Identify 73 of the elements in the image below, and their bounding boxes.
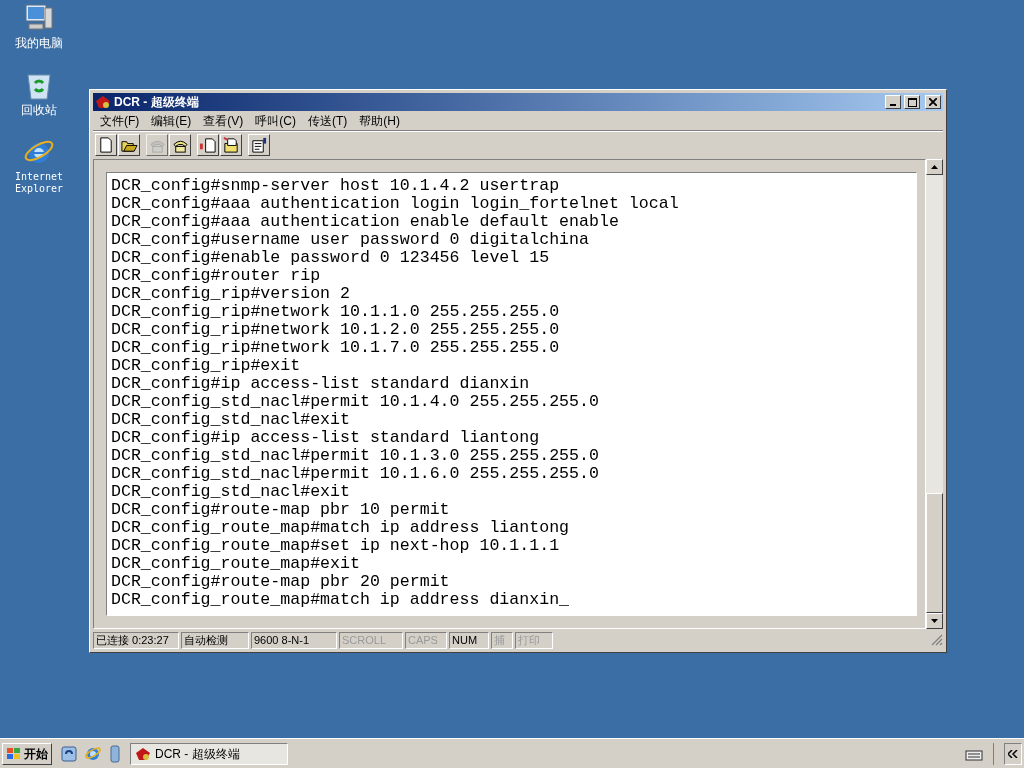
terminal-line: DCR_config#route-map pbr 20 permit xyxy=(111,573,450,591)
scroll-down-button[interactable] xyxy=(926,613,943,629)
document-icon xyxy=(250,135,268,154)
scroll-up-button[interactable] xyxy=(926,159,943,175)
app-icon xyxy=(95,95,111,109)
terminal-line: DCR_config_route_map#match ip address liantong xyxy=(111,519,570,537)
terminal-line: DCR_config_route_map#set ip next-hop 10.1.1.1 xyxy=(111,537,560,555)
terminal-line: DCR_config_route_map#match ip address dianxin_ xyxy=(111,591,570,609)
toolbar-button[interactable] xyxy=(95,133,117,156)
toolbar-button[interactable] xyxy=(197,133,219,156)
menu-item[interactable]: 文件(F) xyxy=(95,111,145,130)
terminal-line: DCR_config#route-map pbr 10 permit xyxy=(111,501,450,519)
taskbar-task[interactable]: DCR - 超级终端 xyxy=(130,742,288,765)
folder-icon xyxy=(222,135,240,154)
task-label: DCR - 超级终端 xyxy=(155,745,240,763)
toolbar-button[interactable] xyxy=(220,133,242,156)
up-arrow-icon xyxy=(931,165,938,169)
chevron-left-icon xyxy=(1008,749,1018,758)
terminal-line: DCR_config_rip#network 10.1.2.0 255.255.255.0 xyxy=(111,321,560,339)
terminal-line: DCR_config_std_nacl#exit xyxy=(111,411,350,429)
terminal-line: DCR_config#snmp-server host 10.1.4.2 usertrap xyxy=(111,177,560,195)
start-label: 开始 xyxy=(24,745,48,763)
terminal-line: DCR_config#router rip xyxy=(111,267,321,285)
terminal-line: DCR_config_rip#version 2 xyxy=(111,285,350,303)
page-icon xyxy=(97,135,115,154)
terminal-line: DCR_config_std_nacl#permit 10.1.6.0 255.255.255.0 xyxy=(111,465,599,483)
menu-item[interactable]: 编辑(E) xyxy=(146,111,197,130)
terminal-line: DCR_config_rip#exit xyxy=(111,357,301,375)
terminal-line: DCR_config_std_nacl#permit 10.1.4.0 255.255.255.0 xyxy=(111,393,599,411)
menu-item[interactable]: 传送(T) xyxy=(303,111,353,130)
icon-label[interactable]: Internet Explorer xyxy=(14,171,64,195)
menu-item[interactable]: 呼叫(C) xyxy=(250,111,301,130)
toolbar-button[interactable] xyxy=(248,133,270,156)
toolbar-button[interactable] xyxy=(118,133,140,156)
status-pane: SCROLL xyxy=(339,631,403,649)
terminal-line: DCR_config#aaa authentication login login_fortelnet local xyxy=(111,195,679,213)
status-pane: 9600 8-N-1 xyxy=(251,631,337,649)
app-icon xyxy=(135,746,151,761)
terminal-line: DCR_config#ip access-list standard liantong xyxy=(111,429,540,447)
page-icon xyxy=(199,135,217,154)
windows-logo-icon xyxy=(6,746,22,761)
toolbar-button[interactable] xyxy=(169,133,191,156)
terminal-line: DCR_config_route_map#exit xyxy=(111,555,360,573)
minimize-button[interactable] xyxy=(885,95,901,109)
browser-icon[interactable] xyxy=(84,744,102,763)
close-icon xyxy=(929,98,937,106)
status-pane: CAPS xyxy=(405,631,447,649)
status-pane: 自动检测 xyxy=(181,631,249,649)
scroll-thumb[interactable] xyxy=(926,493,943,613)
down-arrow-icon xyxy=(931,619,938,623)
terminal-line: DCR_config_rip#network 10.1.7.0 255.255.255.0 xyxy=(111,339,560,357)
close-button[interactable] xyxy=(925,95,941,109)
start-button[interactable]: 开始 xyxy=(2,742,52,765)
scrollbar[interactable] xyxy=(926,159,943,629)
terminal-line: DCR_config#ip access-list standard dianxin xyxy=(111,375,530,393)
status-pane: NUM xyxy=(449,631,489,649)
maximize-icon xyxy=(907,97,917,107)
resize-grip-icon[interactable] xyxy=(931,634,943,646)
maximize-button[interactable] xyxy=(904,95,920,109)
icon-label[interactable]: 回收站 xyxy=(21,104,57,116)
terminal-line: DCR_config#aaa authentication enable default enable xyxy=(111,213,619,231)
window-title: DCR - 超级终端 xyxy=(114,94,199,111)
menu-item[interactable]: 帮助(H) xyxy=(354,111,405,130)
desktop-icon[interactable] xyxy=(60,744,78,763)
terminal-line: DCR_config_std_nacl#exit xyxy=(111,483,350,501)
terminal-line: DCR_config#username user password 0 digitalchina xyxy=(111,231,589,249)
terminal-line: DCR_config#enable password 0 123456 level 15 xyxy=(111,249,550,267)
terminal-line: DCR_config_std_nacl#permit 10.1.3.0 255.255.255.0 xyxy=(111,447,599,465)
expand-tray-button[interactable] xyxy=(1004,742,1022,765)
status-pane: 已连接 0:23:27 xyxy=(93,631,179,649)
menu-item[interactable]: 查看(V) xyxy=(198,111,249,130)
icon-label[interactable]: 我的电脑 xyxy=(15,37,63,49)
terminal-line: DCR_config_rip#network 10.1.1.0 255.255.255.0 xyxy=(111,303,560,321)
